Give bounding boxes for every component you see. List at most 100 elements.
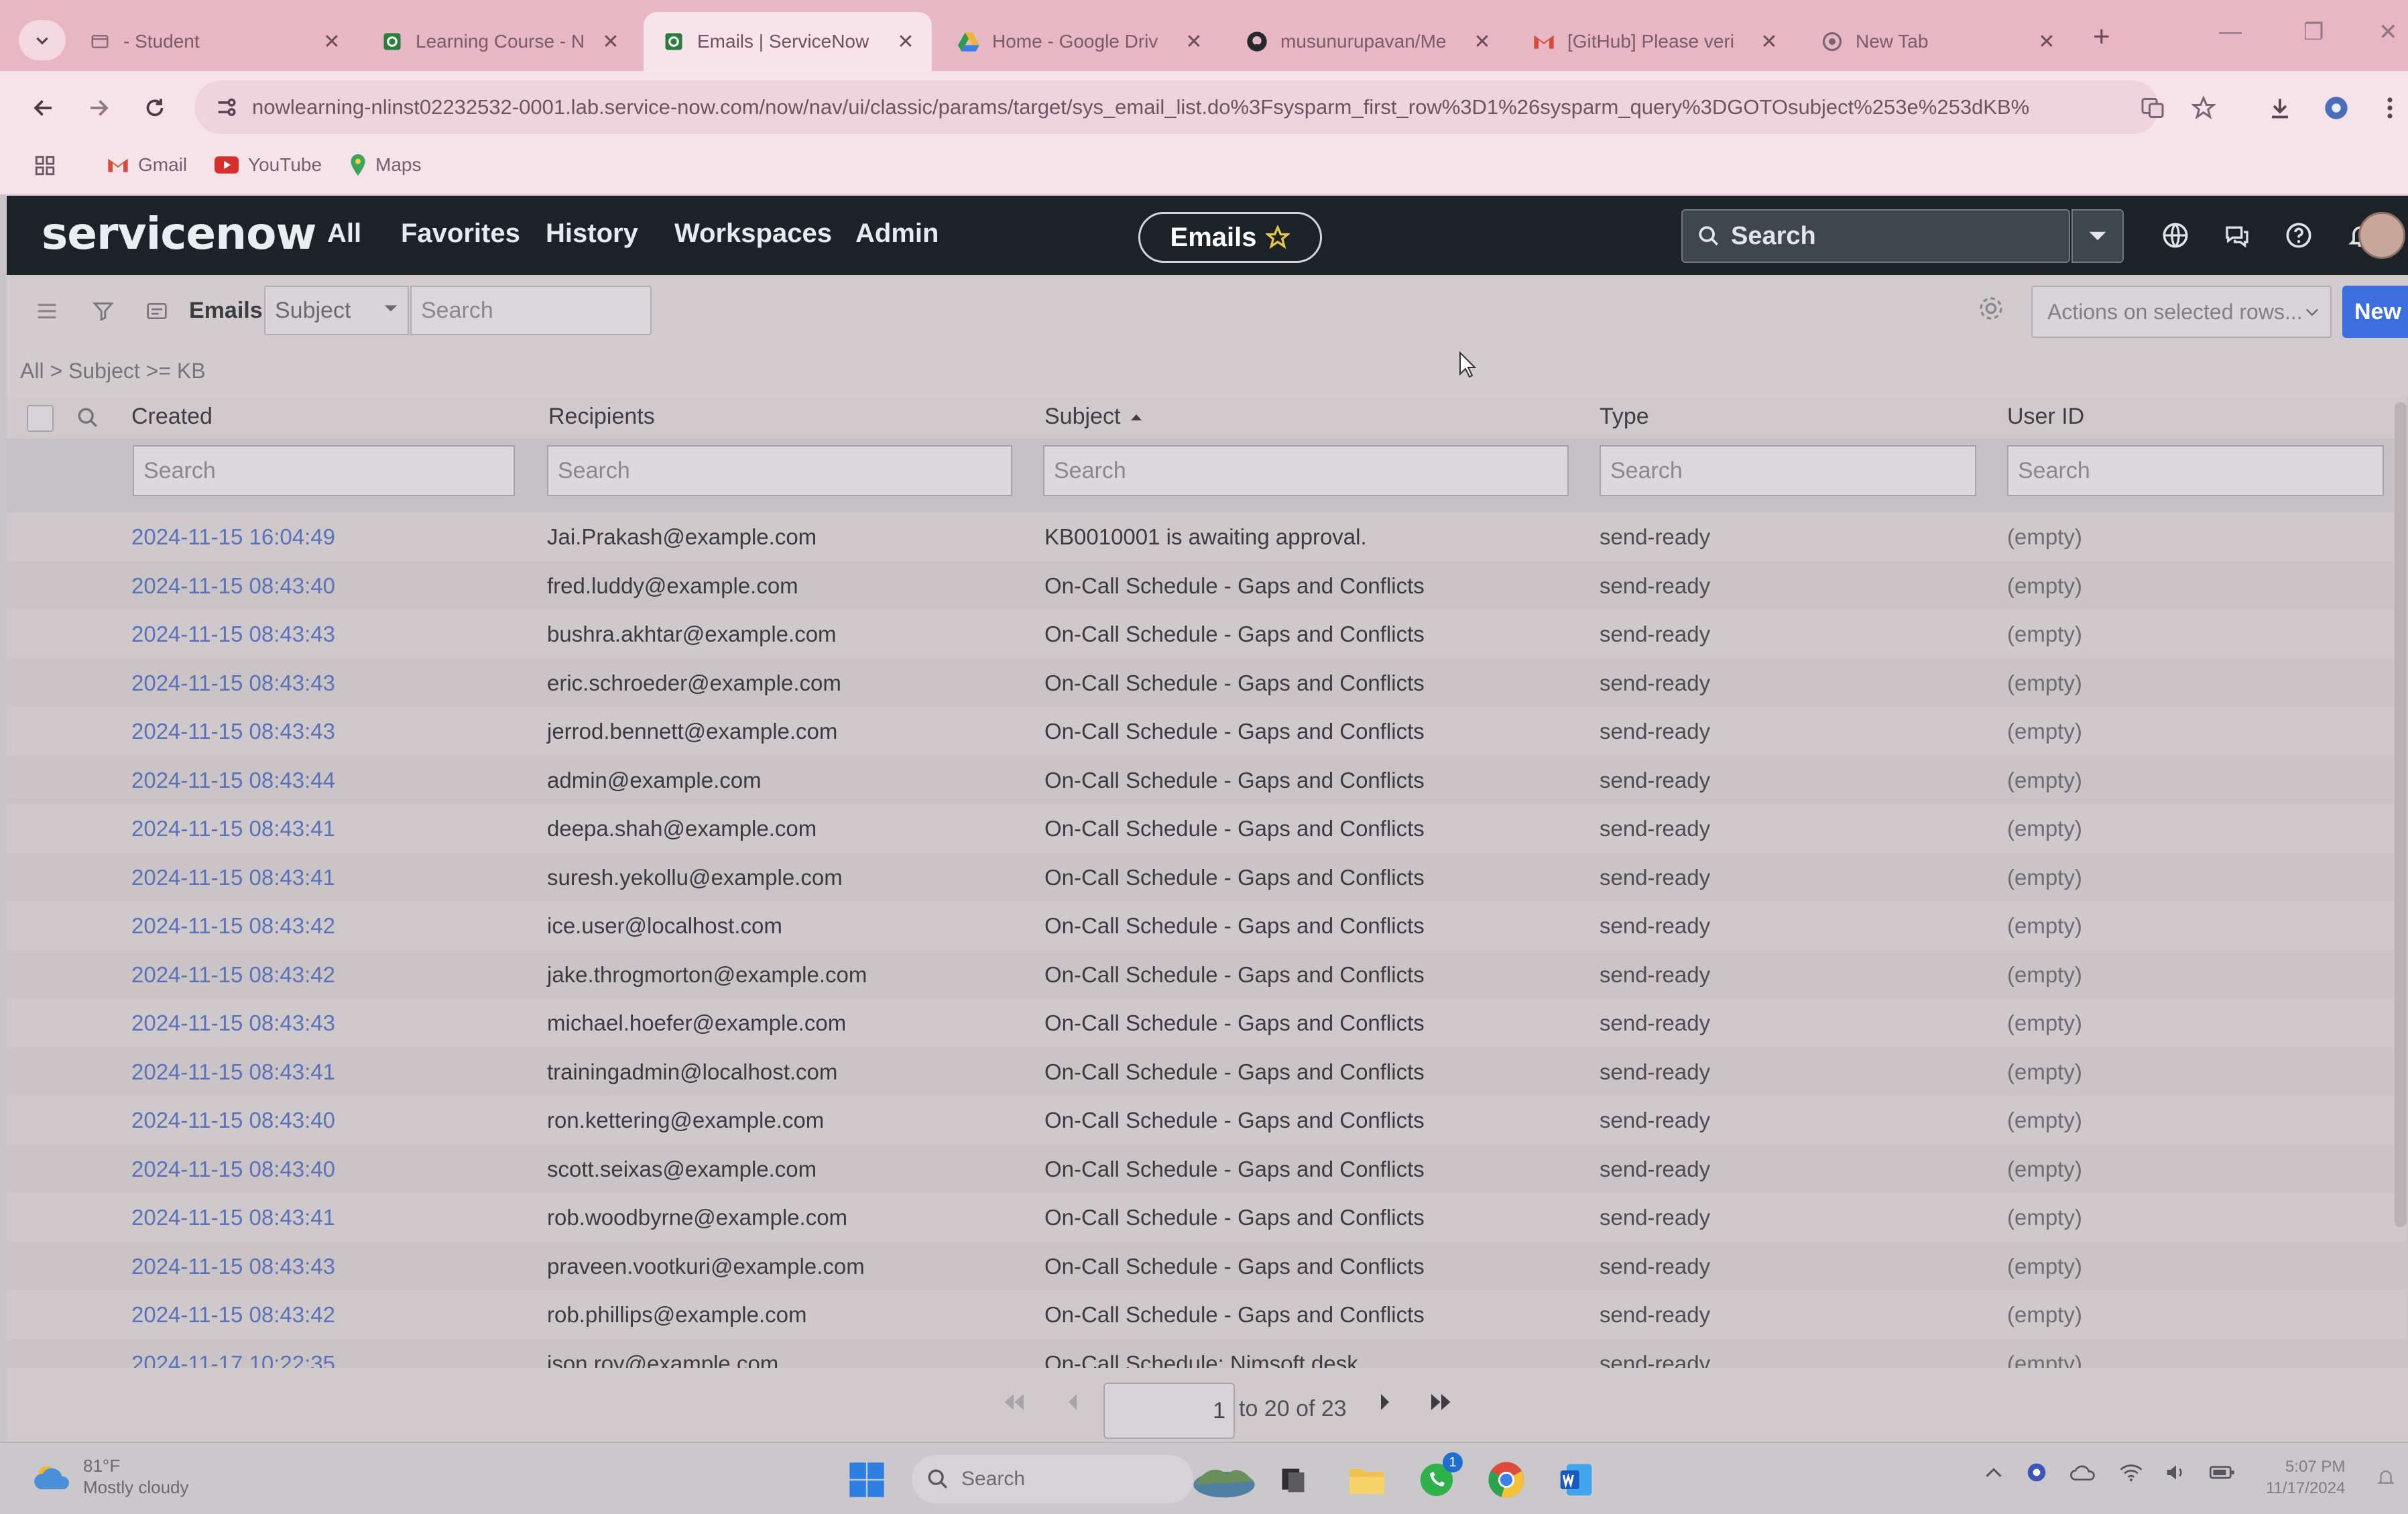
created-link[interactable]: 2024-11-15 08:43:41 — [131, 816, 335, 841]
created-link[interactable]: 2024-11-15 08:43:40 — [131, 1157, 335, 1182]
battery-icon[interactable] — [2210, 1465, 2235, 1480]
volume-icon[interactable] — [2165, 1463, 2187, 1482]
reload-button[interactable] — [138, 91, 172, 125]
wifi-icon[interactable] — [2120, 1463, 2143, 1482]
chevron-up-icon[interactable] — [1984, 1466, 2003, 1479]
table-row[interactable]: 2024-11-15 08:43:40 ron.kettering@example… — [7, 1096, 2407, 1145]
browser-tab-github[interactable]: musunurupavan/Me ✕ — [1227, 12, 1508, 71]
task-view-icon[interactable] — [1271, 1458, 1315, 1502]
chrome-icon[interactable] — [1484, 1458, 1528, 1502]
new-tab-button[interactable]: + — [2093, 20, 2110, 54]
created-link[interactable]: 2024-11-15 08:43:43 — [131, 671, 335, 696]
created-link[interactable]: 2024-11-15 08:43:41 — [131, 1059, 335, 1085]
restore-icon[interactable]: ❐ — [2303, 19, 2324, 46]
browser-tab-new-tab[interactable]: New Tab ✕ — [1802, 12, 2073, 71]
table-row[interactable]: 2024-11-15 08:43:43 jerrod.bennett@exampl… — [7, 707, 2407, 756]
search-scope-dropdown[interactable] — [2071, 209, 2124, 263]
nav-history[interactable]: History — [546, 219, 638, 249]
more-menu-icon[interactable] — [2373, 91, 2407, 125]
first-page-icon[interactable] — [1002, 1392, 1026, 1412]
table-row[interactable]: 2024-11-15 16:04:49 Jai.Prakash@example.c… — [7, 512, 2407, 561]
created-link[interactable]: 2024-11-15 08:43:42 — [131, 913, 335, 939]
site-info-icon[interactable] — [215, 96, 237, 119]
gear-icon[interactable] — [1978, 295, 2004, 322]
browser-tab-gmail[interactable]: [GitHub] Please veri ✕ — [1514, 12, 1795, 71]
breadcrumb-text[interactable]: All > Subject >= KB — [20, 359, 206, 384]
bookmark-star-icon[interactable] — [2187, 91, 2220, 125]
previous-page-icon[interactable] — [1066, 1392, 1079, 1412]
table-row[interactable]: 2024-11-15 08:43:41 deepa.shah@example.co… — [7, 804, 2407, 853]
close-icon[interactable]: ✕ — [1759, 30, 1779, 54]
table-row[interactable]: 2024-11-15 08:43:42 jake.throgmorton@exam… — [7, 949, 2407, 998]
context-menu-pill[interactable]: Emails — [1138, 212, 1322, 263]
tab-search-button[interactable] — [19, 20, 66, 60]
table-row[interactable]: 2024-11-15 08:43:41 rob.woodbyrne@example… — [7, 1193, 2407, 1242]
table-row[interactable]: 2024-11-15 08:43:42 rob.phillips@example.… — [7, 1290, 2407, 1339]
search-icon[interactable] — [76, 406, 99, 429]
file-explorer-icon[interactable] — [1345, 1458, 1389, 1502]
recipients-search-input[interactable]: Search — [547, 445, 1012, 496]
search-field-select[interactable]: Subject — [264, 286, 409, 335]
table-row[interactable]: 2024-11-15 08:43:44 admin@example.com On-C… — [7, 755, 2407, 804]
widgets-landscape-icon[interactable] — [1191, 1458, 1258, 1502]
type-search-input[interactable]: Search — [1600, 445, 1976, 496]
created-link[interactable]: 2024-11-15 08:43:42 — [131, 1302, 335, 1328]
created-link[interactable]: 2024-11-15 08:43:43 — [131, 1010, 335, 1036]
taskbar-search[interactable]: Search — [912, 1455, 1193, 1503]
table-row[interactable]: 2024-11-15 08:43:40 scott.seixas@example.… — [7, 1144, 2407, 1193]
nav-all[interactable]: All — [327, 219, 361, 249]
extension-icon[interactable] — [2320, 91, 2353, 125]
next-page-icon[interactable] — [1378, 1392, 1392, 1412]
filter-icon[interactable] — [90, 298, 117, 325]
weather-widget[interactable]: 81°F Mostly cloudy — [34, 1455, 189, 1498]
favorite-star-icon[interactable] — [1266, 225, 1290, 249]
minimize-icon[interactable]: — — [2219, 19, 2242, 45]
windows-start-icon[interactable] — [845, 1458, 889, 1502]
created-link[interactable]: 2024-11-15 16:04:49 — [131, 524, 335, 550]
close-icon[interactable]: ✕ — [322, 30, 342, 54]
bookmark-gmail[interactable]: Gmail — [107, 154, 187, 176]
new-button[interactable]: New — [2342, 286, 2408, 338]
created-search-input[interactable]: Search — [133, 445, 515, 496]
created-link[interactable]: 2024-11-15 08:43:41 — [131, 1205, 335, 1230]
table-row[interactable]: 2024-11-15 08:43:43 bushra.akhtar@example… — [7, 609, 2407, 658]
table-row[interactable]: 2024-11-15 08:43:41 suresh.yekollu@exampl… — [7, 852, 2407, 901]
subject-search-input[interactable]: Search — [1043, 445, 1569, 496]
whatsapp-icon[interactable]: 1 — [1414, 1452, 1463, 1502]
system-clock[interactable]: 5:07 PM 11/17/2024 — [2266, 1456, 2345, 1499]
browser-tab-emails[interactable]: Emails | ServiceNow ✕ — [644, 12, 932, 71]
breadcrumb[interactable]: All > Subject >= KB — [7, 346, 2408, 396]
table-row[interactable]: 2024-11-15 08:43:41 trainingadmin@localho… — [7, 1047, 2407, 1096]
table-row[interactable]: 2024-11-15 08:43:42 ice.user@localhost.co… — [7, 901, 2407, 950]
context-options-icon[interactable] — [143, 298, 170, 325]
close-icon[interactable]: ✕ — [1472, 30, 1492, 54]
translate-icon[interactable] — [2136, 91, 2169, 125]
table-row[interactable]: 2024-11-15 08:43:40 fred.luddy@example.co… — [7, 561, 2407, 609]
created-link[interactable]: 2024-11-15 08:43:40 — [131, 573, 335, 599]
created-link[interactable]: 2024-11-15 08:43:42 — [131, 962, 335, 988]
apps-grid-icon[interactable] — [34, 154, 56, 177]
created-link[interactable]: 2024-11-15 08:43:43 — [131, 1254, 335, 1279]
table-row[interactable]: 2024-11-15 08:43:43 praveen.vootkuri@exam… — [7, 1241, 2407, 1290]
notification-center-icon[interactable] — [2376, 1467, 2396, 1487]
address-bar[interactable]: nowlearning-nlinst02232532-0001.lab.serv… — [194, 80, 2159, 134]
close-icon[interactable]: ✕ — [2037, 30, 2057, 54]
created-link[interactable]: 2024-11-15 08:43:43 — [131, 622, 335, 647]
servicenow-logo[interactable]: servicenow — [42, 208, 316, 259]
column-header-recipients[interactable]: Recipients — [548, 404, 655, 430]
list-search-input[interactable]: Search — [410, 286, 652, 335]
bookmark-youtube[interactable]: YouTube — [215, 154, 322, 176]
chat-icon[interactable] — [2219, 217, 2255, 253]
app-tray-icon[interactable] — [2026, 1462, 2047, 1483]
nav-favorites[interactable]: Favorites — [401, 219, 520, 249]
table-row[interactable]: 2024-11-15 08:43:43 michael.hoefer@exampl… — [7, 998, 2407, 1047]
user-avatar[interactable] — [2358, 212, 2405, 259]
download-icon[interactable] — [2263, 91, 2297, 125]
user-id-search-input[interactable]: Search — [2007, 445, 2384, 496]
column-header-user-id[interactable]: User ID — [2007, 404, 2084, 430]
browser-tab-student[interactable]: - Student ✕ — [70, 12, 358, 71]
column-header-subject[interactable]: Subject — [1044, 404, 1143, 430]
created-link[interactable]: 2024-11-15 08:43:40 — [131, 1108, 335, 1133]
select-all-checkbox[interactable] — [27, 405, 54, 432]
close-icon[interactable]: ✕ — [601, 30, 621, 54]
